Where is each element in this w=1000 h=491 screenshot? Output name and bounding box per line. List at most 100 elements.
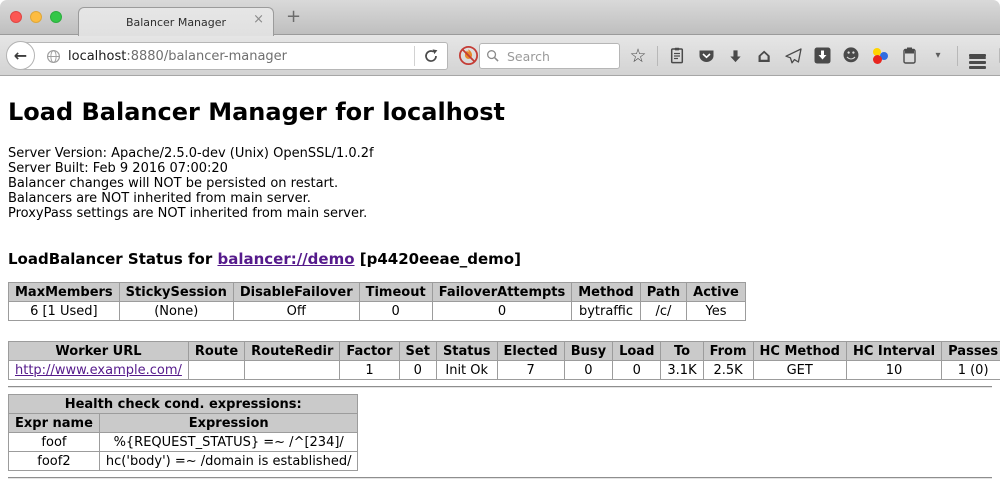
cell-factor: 1	[340, 361, 399, 380]
cell-status: Init Ok	[436, 361, 497, 380]
window-controls	[10, 11, 62, 23]
cell-routeredir	[245, 361, 340, 380]
col-from: From	[703, 342, 753, 361]
col-worker-url: Worker URL	[9, 342, 189, 361]
reload-icon	[424, 49, 438, 63]
cell-expression-foof: %{REQUEST_STATUS} =~ /^[234]/	[99, 433, 358, 452]
balancer-demo-link[interactable]: balancer://demo	[217, 250, 354, 268]
cell-expression-foof2: hc('body') =~ /domain is established/	[99, 452, 358, 471]
col-hc-method: HC Method	[753, 342, 846, 361]
navigation-toolbar: ← localhost :8880/balancer-manager	[0, 35, 1000, 76]
tab-balancer-manager[interactable]: Balancer Manager ×	[78, 7, 274, 36]
send-page-icon[interactable]	[783, 44, 803, 68]
cell-from: 2.5K	[703, 361, 753, 380]
minimize-window-button[interactable]	[30, 11, 42, 23]
col-expression: Expression	[99, 414, 358, 433]
col-set: Set	[399, 342, 436, 361]
cell-stickysession: (None)	[119, 302, 233, 321]
inherit-notice-line: Balancers are NOT inherited from main se…	[8, 191, 992, 206]
cell-route	[188, 361, 244, 380]
reader-sidebar-icon[interactable]	[996, 44, 1000, 68]
page-title: Load Balancer Manager for localhost	[8, 98, 992, 126]
col-failoverattempts: FailoverAttempts	[432, 283, 572, 302]
bookmark-star-icon[interactable]: ☆	[628, 44, 648, 68]
toolbar-icons: ☆ ⌂	[628, 35, 1000, 76]
cell-to: 3.1K	[661, 361, 703, 380]
col-timeout: Timeout	[359, 283, 432, 302]
col-status: Status	[436, 342, 497, 361]
col-disablefailover: DisableFailover	[233, 283, 359, 302]
cell-failoverattempts: 0	[432, 302, 572, 321]
status-heading-suffix: [p4420eeae_demo]	[355, 250, 521, 268]
extension-dots-icon[interactable]	[870, 44, 890, 68]
bookmarks-menu-icon[interactable]	[667, 44, 687, 68]
reload-button[interactable]	[415, 49, 447, 63]
footer-rule	[8, 477, 992, 479]
cell-busy: 0	[564, 361, 612, 380]
col-active: Active	[687, 283, 746, 302]
cell-set: 0	[399, 361, 436, 380]
toolbar-divider	[657, 46, 658, 66]
health-data-row: foof2 hc('body') =~ /domain is establish…	[9, 452, 358, 471]
downloads-icon[interactable]	[725, 44, 745, 68]
col-factor: Factor	[340, 342, 399, 361]
save-to-device-icon[interactable]	[812, 44, 832, 68]
new-tab-button[interactable]: +	[286, 6, 301, 27]
col-load: Load	[613, 342, 661, 361]
page-content: Load Balancer Manager for localhost Serv…	[0, 77, 1000, 491]
search-input[interactable]	[505, 48, 605, 65]
cell-path: /c/	[640, 302, 686, 321]
url-host-text: localhost	[68, 49, 126, 64]
title-bar: Balancer Manager × +	[0, 0, 1000, 35]
divider-rule	[8, 386, 992, 388]
col-to: To	[661, 342, 703, 361]
toolbar-divider	[957, 46, 958, 66]
zoom-window-button[interactable]	[50, 11, 62, 23]
close-window-button[interactable]	[10, 11, 22, 23]
menu-hamburger-icon[interactable]	[967, 44, 987, 68]
col-route: Route	[188, 342, 244, 361]
cell-disablefailover: Off	[233, 302, 359, 321]
balancer-header-row: MaxMembers StickySession DisableFailover…	[9, 283, 746, 302]
proxypass-notice-line: ProxyPass settings are NOT inherited fro…	[8, 206, 992, 221]
balancer-params-table: MaxMembers StickySession DisableFailover…	[8, 282, 746, 321]
home-icon[interactable]: ⌂	[754, 44, 774, 68]
persist-notice-line: Balancer changes will NOT be persisted o…	[8, 176, 992, 191]
back-button[interactable]: ←	[6, 41, 35, 70]
cell-load: 0	[613, 361, 661, 380]
status-heading-prefix: LoadBalancer Status for	[8, 250, 217, 268]
cell-hc-interval: 10	[846, 361, 941, 380]
col-hc-interval: HC Interval	[846, 342, 941, 361]
health-data-row: foof %{REQUEST_STATUS} =~ /^[234]/	[9, 433, 358, 452]
col-path: Path	[640, 283, 686, 302]
globe-icon	[46, 49, 61, 64]
url-bar[interactable]: localhost :8880/balancer-manager	[21, 42, 448, 70]
cell-passes: 1 (0)	[942, 361, 1000, 380]
col-elected: Elected	[497, 342, 564, 361]
cell-method: bytraffic	[572, 302, 640, 321]
col-busy: Busy	[564, 342, 612, 361]
containers-icon[interactable]	[899, 44, 919, 68]
col-expr-name: Expr name	[9, 414, 100, 433]
server-built-line: Server Built: Feb 9 2016 07:00:20	[8, 161, 992, 176]
cell-expr-name-foof: foof	[9, 433, 100, 452]
col-method: Method	[572, 283, 640, 302]
search-icon	[486, 47, 499, 66]
cell-worker-url: http://www.example.com/	[9, 361, 189, 380]
pocket-icon[interactable]	[696, 44, 716, 68]
feedback-smiley-icon[interactable]: ☻	[841, 44, 861, 68]
col-passes: Passes	[942, 342, 1000, 361]
flash-blocked-icon[interactable]	[458, 45, 479, 70]
health-title-row: Health check cond. expressions:	[9, 395, 358, 414]
overflow-caret-icon[interactable]: ▾	[928, 44, 948, 68]
worker-url-link[interactable]: http://www.example.com/	[15, 363, 182, 378]
cell-hc-method: GET	[753, 361, 846, 380]
server-version-line: Server Version: Apache/2.5.0-dev (Unix) …	[8, 146, 992, 161]
col-maxmembers: MaxMembers	[9, 283, 120, 302]
search-bar[interactable]	[479, 43, 620, 69]
tab-title: Balancer Manager	[126, 16, 226, 29]
tab-close-icon[interactable]: ×	[253, 13, 264, 26]
url-path-text: :8880/balancer-manager	[126, 49, 287, 64]
health-check-table: Health check cond. expressions: Expr nam…	[8, 394, 358, 471]
health-header-row: Expr name Expression	[9, 414, 358, 433]
